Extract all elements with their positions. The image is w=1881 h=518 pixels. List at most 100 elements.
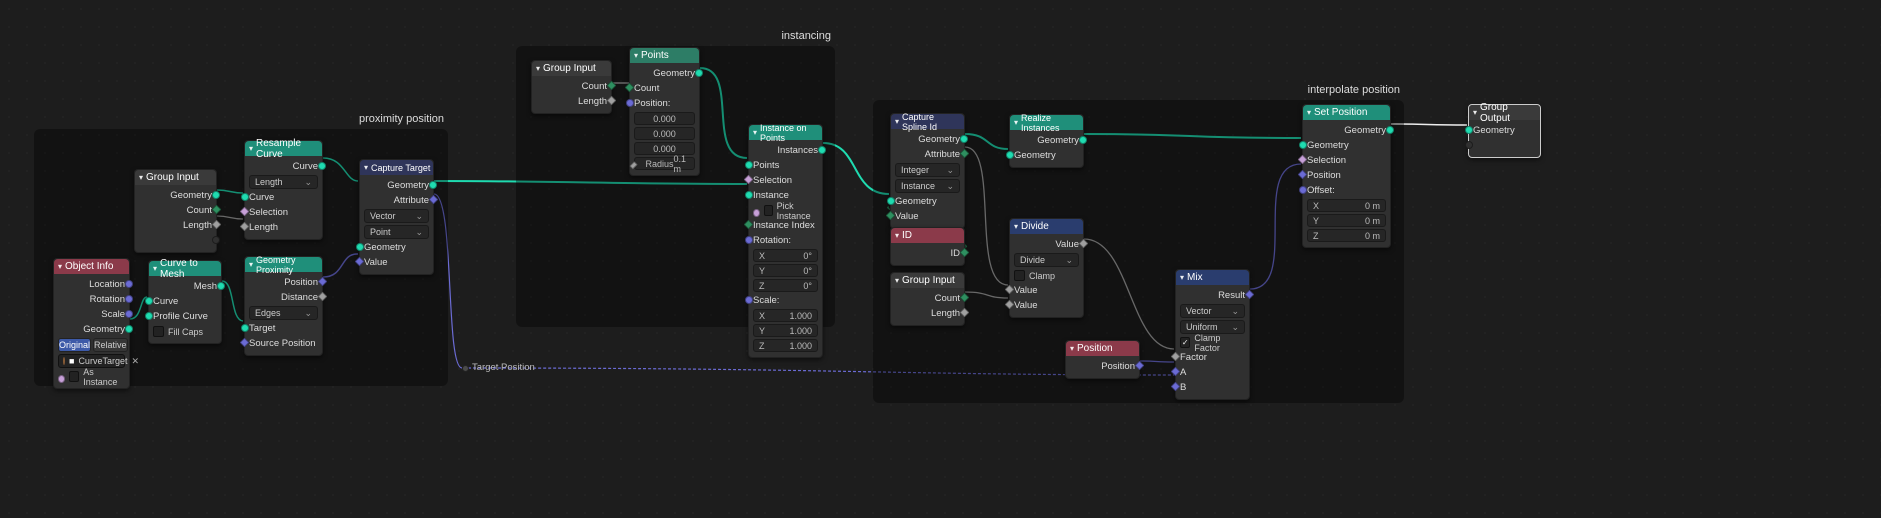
node-header[interactable]: ▾ Group Output	[1469, 105, 1540, 120]
numfield-rz[interactable]: Z0°	[753, 279, 818, 292]
node-header[interactable]: ▾ Group Input	[532, 61, 611, 76]
node-header[interactable]: ▾ Curve to Mesh	[149, 261, 221, 276]
numfield-sz[interactable]: Z1.000	[753, 339, 818, 352]
checkbox-fill-caps[interactable]	[153, 326, 164, 337]
socket-label: Length	[578, 96, 607, 107]
node-header[interactable]: ▾ Geometry Proximity	[245, 257, 322, 272]
node-id[interactable]: ▾ ID ID	[890, 227, 965, 266]
reroute-node[interactable]	[462, 365, 469, 372]
socket-label: Rotation	[90, 294, 125, 305]
node-object-info[interactable]: ▾ Object Info Location Rotation Scale Ge…	[53, 258, 130, 389]
clear-icon[interactable]: ✕	[131, 356, 139, 367]
dropdown-mode[interactable]: Edges	[249, 306, 318, 320]
node-instance-on-points[interactable]: ▾ Instance on Points Instances Points Se…	[748, 124, 823, 358]
dropdown-domain[interactable]: Instance	[895, 179, 960, 193]
node-header[interactable]: ▾ ID	[891, 228, 964, 243]
node-divide[interactable]: ▾ Divide Value Divide Clamp Value Value	[1009, 218, 1084, 318]
button-relative[interactable]: Relative	[93, 338, 128, 352]
node-header[interactable]: ▾ Resample Curve	[245, 141, 322, 156]
checkbox-clamp[interactable]	[1014, 270, 1025, 281]
node-group-input-3[interactable]: ▾ Group Input Count Length	[890, 272, 965, 326]
dropdown-mode[interactable]: Length	[249, 175, 318, 189]
numfield-ox[interactable]: X0 m	[1307, 199, 1386, 212]
socket-label: Value	[1014, 300, 1038, 311]
chevron-down-icon: ▾	[249, 144, 253, 153]
socket-label: Count	[634, 83, 659, 94]
node-title: Mix	[1187, 272, 1203, 283]
node-title: Position	[1077, 343, 1113, 354]
node-header[interactable]: ▾ Set Position	[1303, 105, 1390, 120]
dropdown-datatype[interactable]: Vector	[1180, 304, 1245, 318]
button-original[interactable]: Original	[58, 338, 91, 352]
node-title: Instance on Points	[760, 123, 818, 143]
numfield-y[interactable]: 0.000	[634, 127, 695, 140]
socket-label: Value	[1014, 285, 1038, 296]
checkbox-as-instance[interactable]	[69, 371, 79, 382]
node-set-position[interactable]: ▾ Set Position Geometry Geometry Selecti…	[1302, 104, 1391, 248]
node-header[interactable]: ▾ Instance on Points	[749, 125, 822, 140]
node-title: ID	[902, 230, 912, 241]
socket-label: Distance	[281, 292, 318, 303]
checkbox-pick-instance[interactable]	[764, 205, 773, 216]
node-header[interactable]: ▾ Group Input	[891, 273, 964, 288]
object-name: CurveTarget	[78, 356, 127, 366]
node-title: Group Input	[543, 63, 596, 74]
node-header[interactable]: ▾ Points	[630, 48, 699, 63]
node-resample-curve[interactable]: ▾ Resample Curve Curve Length Curve Sele…	[244, 140, 323, 240]
socket-label: Geometry	[1344, 125, 1386, 136]
node-header[interactable]: ▾ Object Info	[54, 259, 129, 274]
socket-label: Selection	[1307, 155, 1346, 166]
node-title: Resample Curve	[256, 138, 318, 160]
numfield-rx[interactable]: X0°	[753, 249, 818, 262]
numfield-ry[interactable]: Y0°	[753, 264, 818, 277]
socket-label: Position:	[634, 98, 670, 109]
node-points[interactable]: ▾ Points Geometry Count Position: 0.000 …	[629, 47, 700, 176]
numfield-oz[interactable]: Z0 m	[1307, 229, 1386, 242]
node-header[interactable]: ▾ Mix	[1176, 270, 1249, 285]
node-header[interactable]: ▾ Group Input	[135, 170, 216, 185]
chevron-down-icon: ▾	[634, 51, 638, 60]
chevron-down-icon: ▾	[1307, 108, 1311, 117]
node-curve-to-mesh[interactable]: ▾ Curve to Mesh Mesh Curve Profile Curve…	[148, 260, 222, 344]
socket-label: Geometry	[895, 196, 937, 207]
node-header[interactable]: ▾ Divide	[1010, 219, 1083, 234]
node-title: Points	[641, 50, 669, 61]
socket-label: Curve	[249, 192, 274, 203]
node-group-input-1[interactable]: ▾ Group Input Geometry Count Length	[134, 169, 217, 253]
node-capture-spline-id[interactable]: ▾ Capture Spline Id Geometry Attribute I…	[890, 113, 965, 229]
dropdown-type[interactable]: Integer	[895, 163, 960, 177]
numfield-oy[interactable]: Y0 m	[1307, 214, 1386, 227]
node-header[interactable]: ▾ Capture Target Position	[360, 160, 433, 175]
node-header[interactable]: ▾ Position	[1066, 341, 1139, 356]
numfield-sy[interactable]: Y1.000	[753, 324, 818, 337]
socket-label: Geometry	[170, 190, 212, 201]
socket-label: Geometry	[1014, 150, 1056, 161]
node-position[interactable]: ▾ Position Position	[1065, 340, 1140, 379]
node-group-output[interactable]: ▾ Group Output Geometry	[1468, 104, 1541, 158]
node-title: Divide	[1021, 221, 1049, 232]
chevron-down-icon: ▾	[1180, 273, 1184, 282]
dropdown-domain[interactable]: Point	[364, 225, 429, 239]
node-title: Curve to Mesh	[160, 258, 217, 280]
node-capture-target-position[interactable]: ▾ Capture Target Position Geometry Attri…	[359, 159, 434, 275]
dropdown-op[interactable]: Divide	[1014, 253, 1079, 267]
socket-label: Geometry	[364, 242, 406, 253]
node-title: Group Input	[902, 275, 955, 286]
dropdown-type[interactable]: Vector	[364, 209, 429, 223]
node-mix[interactable]: ▾ Mix Result Vector Uniform Clamp Factor…	[1175, 269, 1250, 400]
chevron-down-icon: ▾	[249, 260, 253, 269]
node-title: Set Position	[1314, 107, 1367, 118]
chevron-down-icon: ▾	[364, 163, 368, 172]
socket-label: Value	[364, 257, 388, 268]
node-geometry-proximity[interactable]: ▾ Geometry Proximity Position Distance E…	[244, 256, 323, 356]
checkbox-clamp-factor[interactable]	[1180, 337, 1190, 348]
chevron-down-icon: ▾	[139, 173, 143, 182]
numfield-sx[interactable]: X1.000	[753, 309, 818, 322]
numfield-x[interactable]: 0.000	[634, 112, 695, 125]
node-group-input-2[interactable]: ▾ Group Input Count Length	[531, 60, 612, 114]
node-title: Capture Target Position	[371, 163, 433, 173]
node-header[interactable]: ▾ Realize Instances	[1010, 115, 1083, 130]
node-header[interactable]: ▾ Capture Spline Id	[891, 114, 964, 129]
node-realize-instances[interactable]: ▾ Realize Instances Geometry Geometry	[1009, 114, 1084, 168]
numfield-radius[interactable]: Radius0.1 m	[634, 157, 695, 170]
